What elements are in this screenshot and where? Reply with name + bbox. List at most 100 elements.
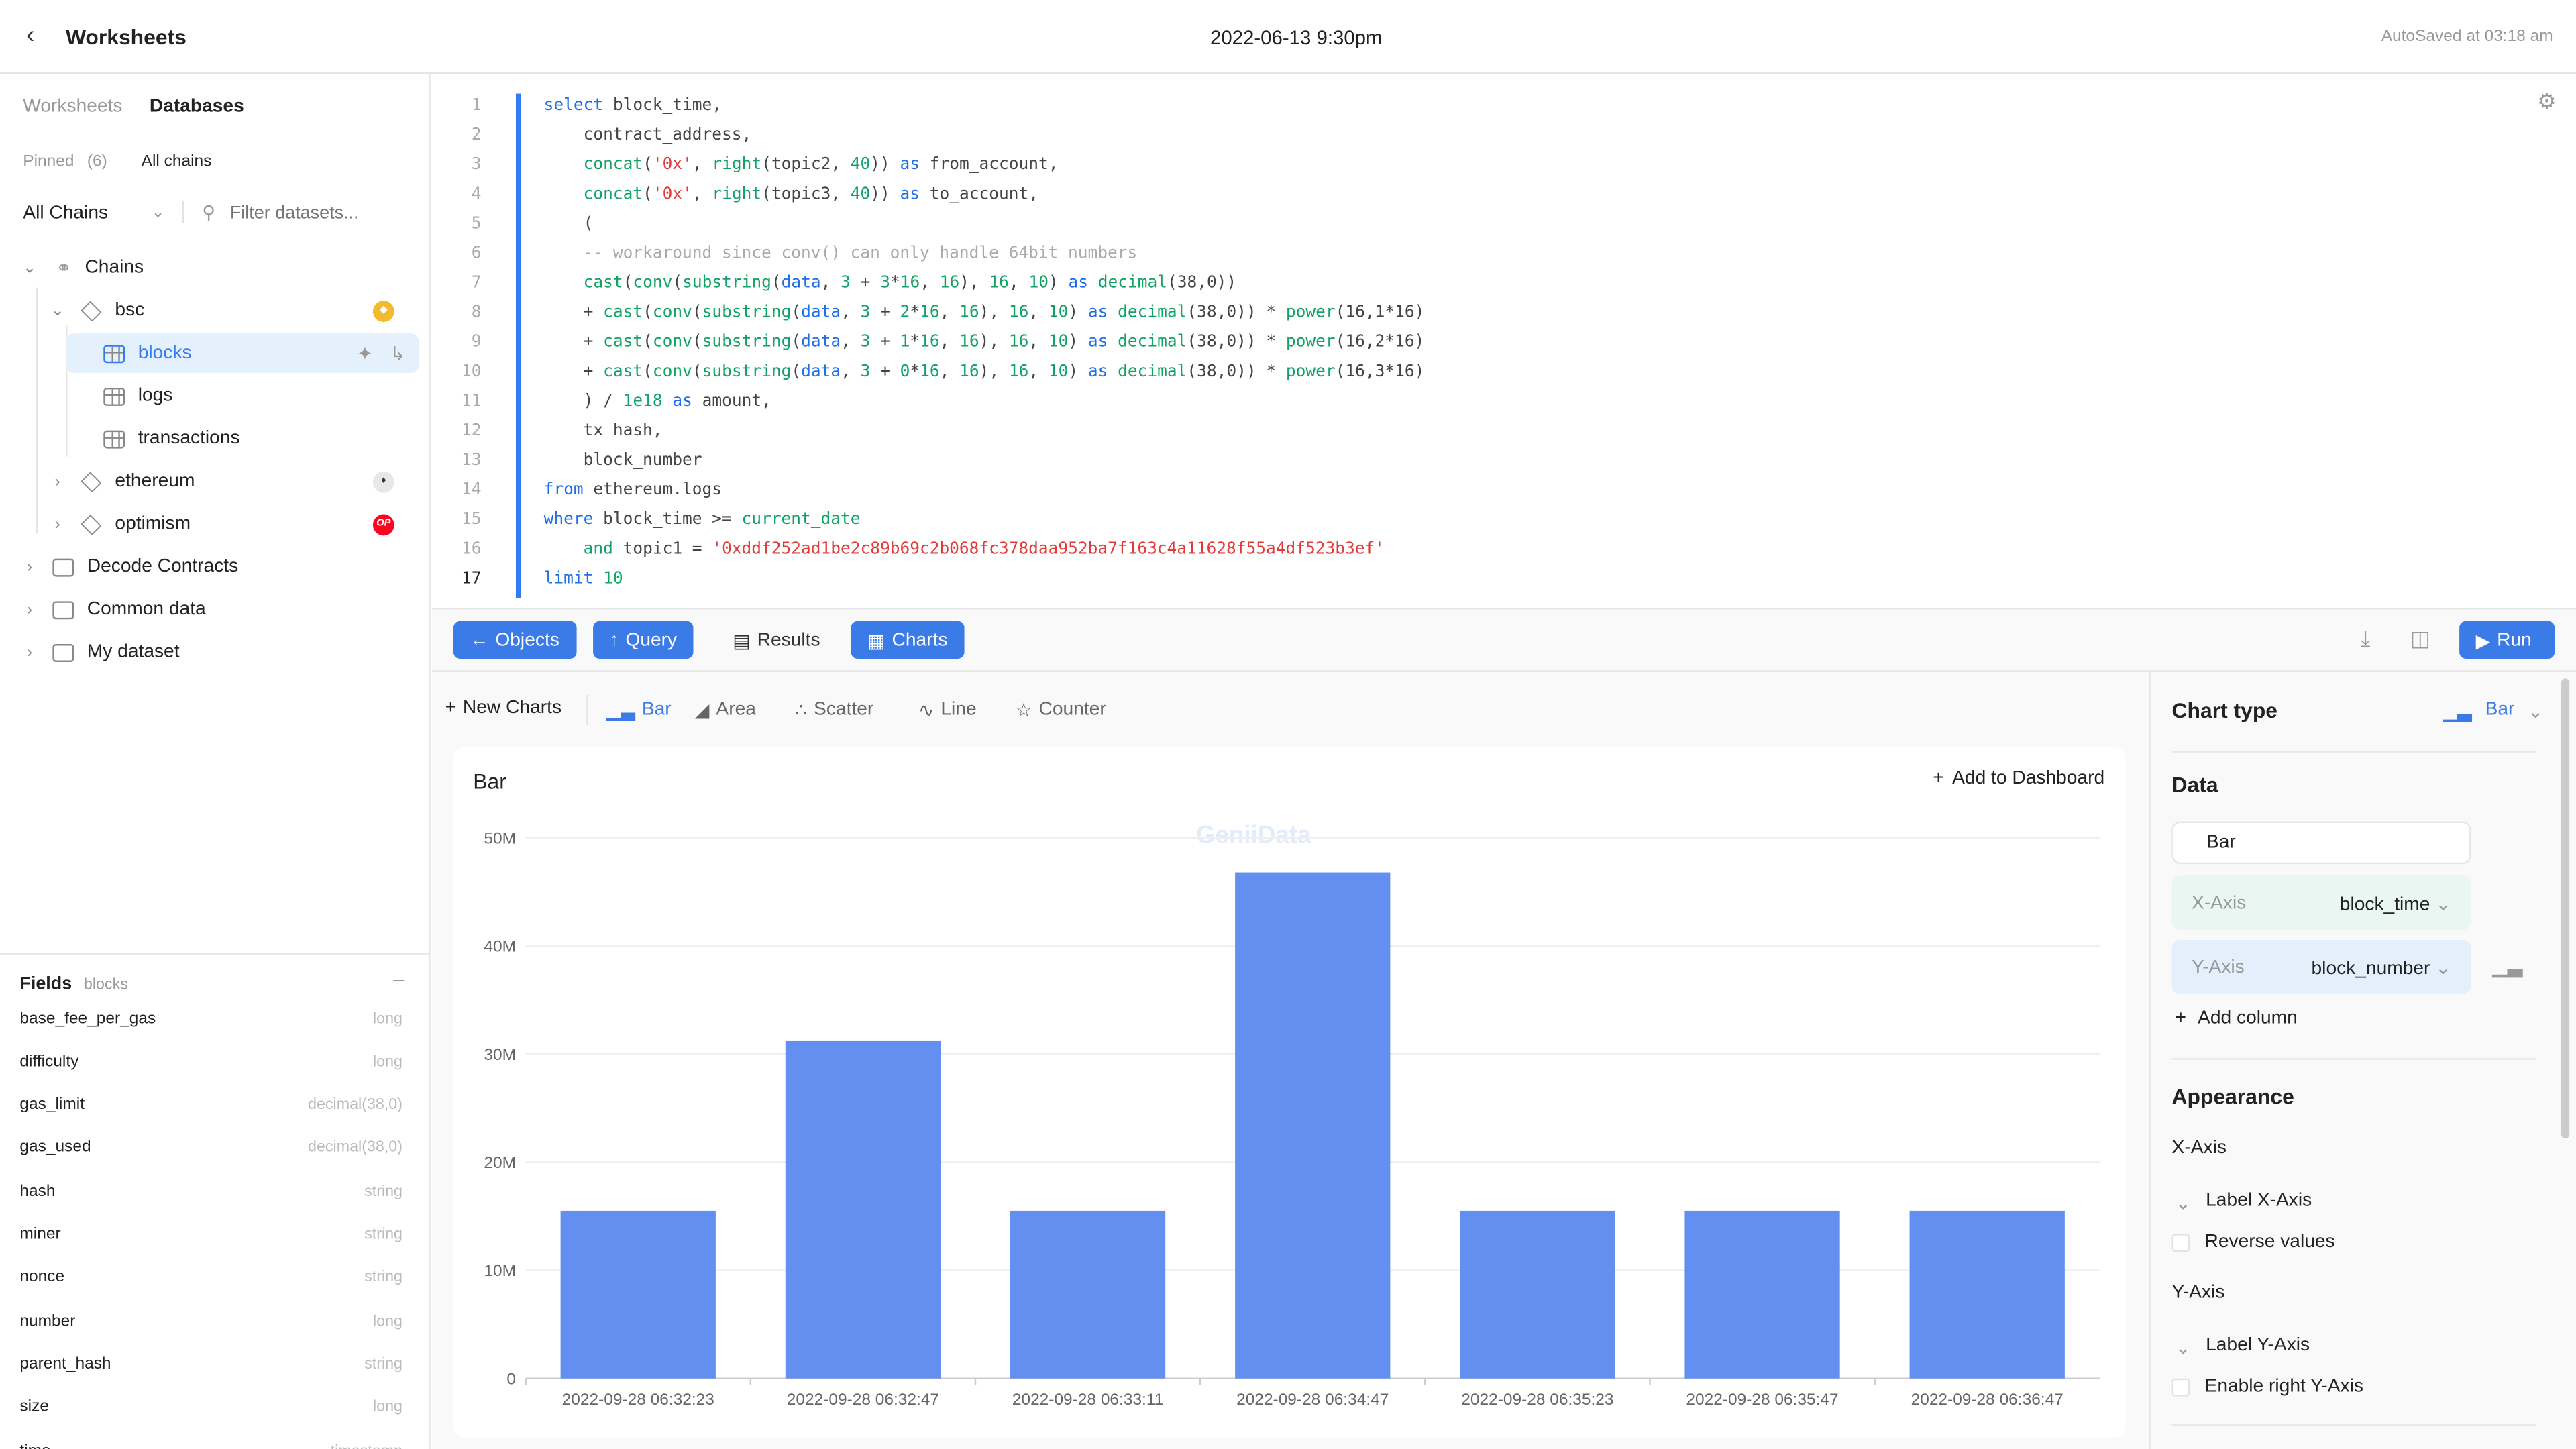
field-name: difficulty bbox=[19, 1053, 79, 1071]
code-line[interactable]: from ethereum.logs bbox=[544, 482, 722, 500]
x-tick-label: 2022-09-28 06:32:47 bbox=[787, 1391, 939, 1409]
line-number: 7 bbox=[471, 274, 482, 292]
code-token: 3 bbox=[841, 274, 851, 292]
label-x-axis-toggle[interactable]: ⌄ Label X-Axis bbox=[2175, 1191, 2312, 1214]
add-column-button[interactable]: + Add column bbox=[2175, 1009, 2297, 1028]
run-button[interactable]: ▶ Run bbox=[2459, 621, 2555, 659]
field-name: nonce bbox=[19, 1269, 65, 1287]
tree-item-ethereum[interactable]: › ethereum ♦ bbox=[48, 462, 417, 501]
button-label: Objects bbox=[495, 630, 559, 650]
code-line[interactable]: block_number bbox=[544, 451, 702, 470]
tree-item-blocks[interactable]: blocks ✦ ↳ bbox=[65, 333, 419, 373]
code-token: , bbox=[939, 333, 960, 352]
objects-button[interactable]: ← Objects bbox=[453, 621, 576, 659]
code-token: , bbox=[939, 363, 960, 382]
subtab-all-chains[interactable]: All chains bbox=[142, 153, 212, 171]
code-token: substring bbox=[702, 304, 792, 323]
y-axis-select[interactable]: Y-Axis block_number ⌄ bbox=[2171, 939, 2471, 994]
charts-button[interactable]: ▦ Charts bbox=[851, 621, 964, 659]
code-line[interactable]: -- workaround since conv() can only hand… bbox=[544, 245, 1138, 263]
layout-split-icon[interactable]: ◫ bbox=[2410, 626, 2430, 652]
chart-tab-bar[interactable]: ▁▃ Bar bbox=[606, 698, 672, 721]
code-token: tx_hash, bbox=[543, 422, 663, 441]
field-row[interactable]: difficulty long bbox=[19, 1040, 402, 1083]
tree-item-chains[interactable]: ⌄ ⚭ Chains bbox=[19, 248, 414, 288]
field-row[interactable]: hash string bbox=[19, 1170, 402, 1213]
code-line[interactable]: concat('0x', right(topic2, 40)) as from_… bbox=[544, 156, 1059, 174]
code-token: decimal bbox=[1118, 363, 1187, 382]
series-type-bar-icon[interactable]: ▁▃ bbox=[2492, 955, 2522, 977]
chevron-right-icon: › bbox=[54, 515, 60, 533]
tab-databases[interactable]: Databases bbox=[150, 97, 244, 116]
reverse-values-checkbox[interactable]: Reverse values bbox=[2171, 1232, 2335, 1252]
checkbox[interactable] bbox=[2171, 1377, 2190, 1396]
collapse-icon[interactable]: – bbox=[393, 967, 404, 990]
code-line[interactable]: ) / 1e18 as amount, bbox=[544, 392, 771, 411]
field-type: decimal(38,0) bbox=[308, 1095, 403, 1114]
code-line[interactable]: + cast(conv(substring(data, 3 + 1*16, 16… bbox=[544, 333, 1425, 352]
code-line[interactable]: and topic1 = '0xddf252ad1be2c89b69c2b068… bbox=[544, 541, 1385, 559]
chart-tab-line[interactable]: ∿ Line bbox=[918, 698, 977, 721]
chevron-down-icon: ⌄ bbox=[2175, 1338, 2192, 1359]
field-row[interactable]: size long bbox=[19, 1386, 402, 1429]
label-y-axis-toggle[interactable]: ⌄ Label Y-Axis bbox=[2175, 1336, 2310, 1358]
chart-tab-counter[interactable]: ☆ Counter bbox=[1015, 698, 1106, 721]
code-line[interactable]: where block_time >= current_date bbox=[544, 511, 861, 529]
document-title[interactable]: 2022-06-13 9:30pm bbox=[0, 26, 2576, 49]
tree-item-my-dataset[interactable]: › My dataset bbox=[19, 633, 414, 672]
code-line[interactable]: ( bbox=[544, 215, 594, 233]
tree-item-transactions[interactable]: transactions bbox=[103, 419, 415, 458]
code-line[interactable]: select block_time, bbox=[544, 97, 722, 115]
chart-tab-scatter[interactable]: ∴ Scatter bbox=[795, 698, 873, 721]
enable-right-y-axis-checkbox[interactable]: Enable right Y-Axis bbox=[2171, 1377, 2363, 1397]
field-row[interactable]: time timestamp bbox=[19, 1430, 402, 1449]
field-row[interactable]: gas_used decimal(38,0) bbox=[19, 1127, 402, 1170]
query-button[interactable]: ↑ Query bbox=[593, 621, 694, 659]
code-line[interactable]: + cast(conv(substring(data, 3 + 0*16, 16… bbox=[544, 363, 1425, 381]
code-line[interactable]: cast(conv(substring(data, 3 + 3*16, 16),… bbox=[544, 274, 1237, 292]
settings-gear-icon[interactable]: ⚙ bbox=[2537, 91, 2557, 115]
chart-name-input[interactable]: Bar bbox=[2171, 821, 2471, 865]
tree-item-decode-contracts[interactable]: › Decode Contracts bbox=[19, 547, 414, 587]
tree-item-optimism[interactable]: › optimism OP bbox=[48, 504, 417, 544]
chart-tab-area[interactable]: ◢ Area bbox=[695, 698, 756, 721]
chevron-down-icon[interactable]: ⌄ bbox=[151, 204, 165, 222]
code-line[interactable]: concat('0x', right(topic3, 40)) as to_ac… bbox=[544, 186, 1038, 204]
results-button[interactable]: ▤ Results bbox=[716, 621, 837, 659]
field-row[interactable]: parent_hash string bbox=[19, 1343, 402, 1386]
subtab-pinned[interactable]: Pinned bbox=[23, 153, 74, 171]
code-token: as bbox=[900, 185, 920, 204]
tree-label: transactions bbox=[138, 429, 240, 449]
tab-worksheets[interactable]: Worksheets bbox=[23, 97, 122, 116]
code-token: , bbox=[939, 304, 960, 323]
code-line[interactable]: limit 10 bbox=[544, 570, 623, 588]
tree-item-common-data[interactable]: › Common data bbox=[19, 590, 414, 629]
code-line[interactable]: + cast(conv(substring(data, 3 + 2*16, 16… bbox=[544, 304, 1425, 322]
filter-datasets-input[interactable] bbox=[229, 197, 411, 230]
checkbox[interactable] bbox=[2171, 1232, 2190, 1251]
insert-arrow-icon[interactable]: ↳ bbox=[390, 341, 406, 364]
code-token: (16,3*16) bbox=[1335, 363, 1425, 382]
field-row[interactable]: gas_limit decimal(38,0) bbox=[19, 1083, 402, 1126]
field-row[interactable]: number long bbox=[19, 1299, 402, 1342]
tree-item-bsc[interactable]: ⌄ bsc ◆ bbox=[48, 290, 417, 330]
field-row[interactable]: nonce string bbox=[19, 1256, 402, 1299]
new-charts-button[interactable]: + New Charts bbox=[445, 698, 561, 718]
code-line[interactable]: tx_hash, bbox=[544, 422, 663, 440]
chart-type-select[interactable]: ▁▃ Bar ⌄ bbox=[2443, 700, 2544, 722]
x-tick-label: 2022-09-28 06:35:47 bbox=[1686, 1391, 1838, 1409]
chain-select[interactable]: All Chains bbox=[23, 204, 108, 223]
pin-icon[interactable]: ✦ bbox=[357, 341, 373, 364]
line-number: 17 bbox=[462, 570, 482, 588]
sql-editor[interactable]: 1 select block_time, 2 contract_address, 3 … bbox=[432, 74, 2576, 608]
download-icon[interactable]: ⤓ bbox=[2361, 626, 2370, 652]
divider bbox=[586, 694, 588, 725]
x-axis-select[interactable]: X-Axis block_time ⌄ bbox=[2171, 875, 2471, 930]
scrollbar[interactable] bbox=[2561, 678, 2570, 1139]
code-token: 16 bbox=[900, 274, 920, 292]
field-row[interactable]: miner string bbox=[19, 1214, 402, 1256]
field-row[interactable]: base_fee_per_gas long bbox=[19, 998, 402, 1040]
tree-item-logs[interactable]: logs bbox=[103, 376, 415, 416]
code-token: from_account, bbox=[920, 156, 1059, 174]
code-line[interactable]: contract_address, bbox=[544, 127, 752, 145]
